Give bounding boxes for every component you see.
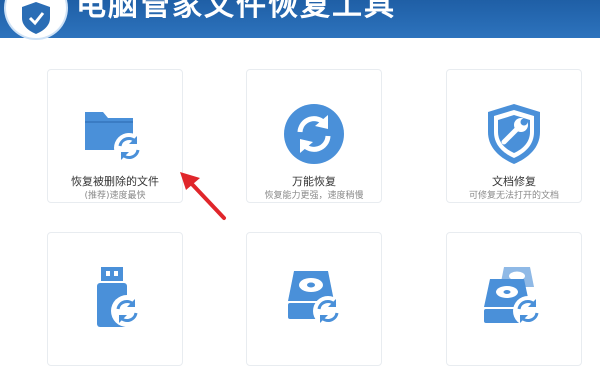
usb-drive-recover-icon bbox=[81, 265, 149, 329]
universal-recovery-card[interactable]: 万能恢复 恢复能力更强，速度稍慢 bbox=[246, 69, 382, 203]
app-title: 电脑管家文件恢复工具 bbox=[76, 0, 396, 23]
pointer-arrow-icon bbox=[180, 172, 226, 220]
card-title: 万能恢复 bbox=[292, 175, 336, 188]
document-repair-card[interactable]: 文档修复 可修复无法打开的文档 bbox=[446, 69, 582, 203]
multi-disk-recovery-card[interactable] bbox=[446, 232, 582, 366]
recover-deleted-files-card[interactable]: 恢复被删除的文件 (推荐)速度最快 bbox=[47, 69, 183, 203]
usb-recovery-card[interactable] bbox=[47, 232, 183, 366]
card-subtitle: 可修复无法打开的文档 bbox=[468, 191, 559, 201]
hard-disk-recover-icon bbox=[280, 265, 348, 329]
card-subtitle: 恢复能力更强，速度稍慢 bbox=[264, 191, 364, 201]
card-subtitle: (推荐)速度最快 bbox=[84, 191, 146, 201]
disk-recovery-card[interactable] bbox=[246, 232, 382, 366]
shield-wrench-icon bbox=[480, 102, 548, 166]
multi-disk-recover-icon bbox=[480, 265, 548, 329]
app-logo bbox=[6, 0, 66, 38]
card-title: 恢复被删除的文件 bbox=[71, 175, 159, 188]
card-title: 文档修复 bbox=[492, 175, 536, 188]
folder-recover-icon bbox=[81, 102, 149, 166]
title-bar: 电脑管家文件恢复工具 bbox=[0, 0, 600, 38]
sync-circle-icon bbox=[280, 102, 348, 166]
